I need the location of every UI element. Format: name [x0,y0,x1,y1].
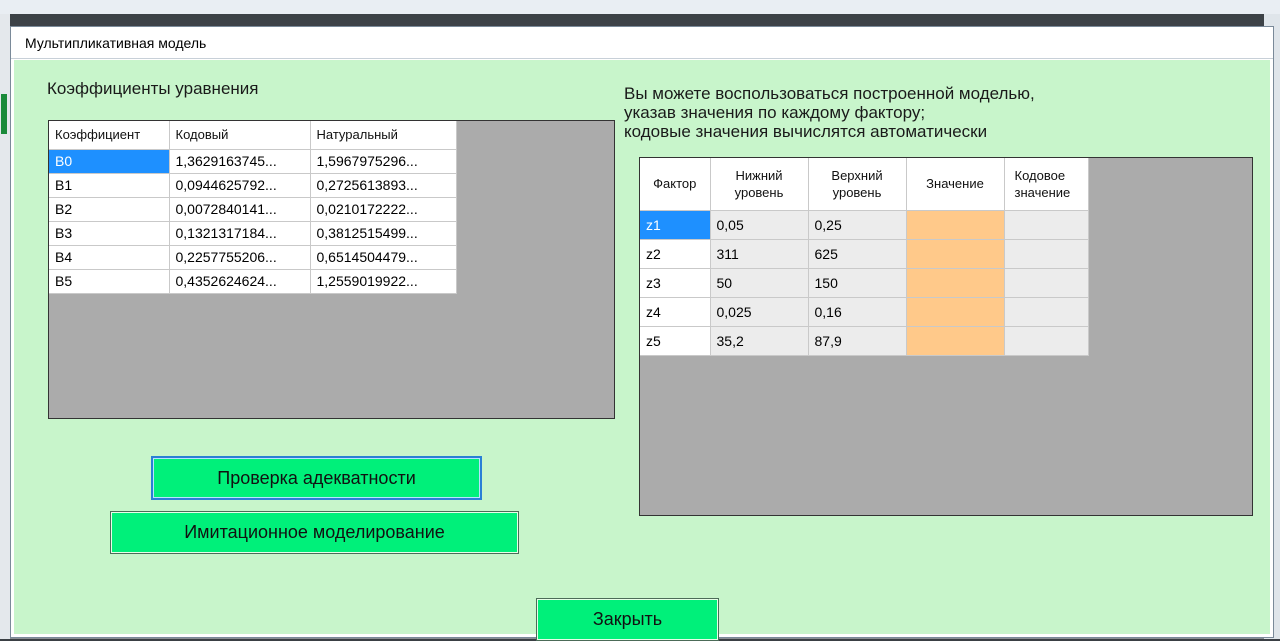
upper-level-cell[interactable]: 150 [808,268,907,298]
natural-value-cell[interactable]: 0,2725613893... [310,173,457,198]
model-usage-text-line: кодовые значения вычислятся автоматическ… [624,122,988,141]
coefficients-grid[interactable]: Коэффициент Кодовый Натуральный B0 1,362… [48,120,615,419]
table-row[interactable]: z4 0,025 0,16 [640,297,1089,327]
upper-level-cell[interactable]: 0,16 [808,297,907,327]
title-bar[interactable]: Мультипликативная модель [11,27,1273,59]
coefficients-header-row: Коэффициент Кодовый Натуральный [49,121,457,150]
column-header-coded-value[interactable]: Кодовое значение [1004,158,1089,211]
coded-value-cell[interactable]: 0,0944625792... [169,173,311,198]
coefficient-name-cell[interactable]: B1 [49,173,170,198]
coefficient-name-cell[interactable]: B0 [49,149,170,174]
table-row[interactable]: B4 0,2257755206... 0,6514504479... [49,245,457,270]
factor-name-cell[interactable]: z5 [640,326,711,356]
lower-level-cell[interactable]: 0,025 [710,297,809,327]
table-row[interactable]: z1 0,05 0,25 [640,210,1089,240]
value-input-cell[interactable] [906,326,1005,356]
desktop-background-left [0,14,10,639]
lower-level-cell[interactable]: 0,05 [710,210,809,240]
natural-value-cell[interactable]: 0,0210172222... [310,197,457,222]
column-header-text: Верхний [831,167,883,183]
dialog-window: Мультипликативная модель Коэффициенты ур… [10,26,1274,641]
column-header-natural[interactable]: Натуральный [310,121,457,150]
coefficients-heading: Коэффициенты уравнения [47,79,259,98]
factor-name-cell[interactable]: z2 [640,239,711,269]
column-header-text: Фактор [653,176,697,192]
model-usage-description: Вы можете воспользоваться построенной мо… [624,83,1035,143]
natural-value-cell[interactable]: 1,5967975296... [310,149,457,174]
table-row[interactable]: z2 311 625 [640,239,1089,269]
value-input-cell[interactable] [906,297,1005,327]
coded-value-cell[interactable] [1004,268,1089,298]
natural-value-cell[interactable]: 0,3812515499... [310,221,457,246]
table-row[interactable]: B5 0,4352624624... 1,2559019922... [49,269,457,294]
lower-level-cell[interactable]: 35,2 [710,326,809,356]
column-header-coded[interactable]: Кодовый [169,121,311,150]
coded-value-cell[interactable] [1004,239,1089,269]
factors-header-row: Фактор Нижний уровень Верхний уровень Зн… [640,158,1089,211]
window-title: Мультипликативная модель [25,35,207,51]
column-header-lower-level[interactable]: Нижний уровень [710,158,809,211]
column-header-value[interactable]: Значение [906,158,1005,211]
upper-level-cell[interactable]: 87,9 [808,326,907,356]
coefficient-name-cell[interactable]: B2 [49,197,170,222]
upper-level-cell[interactable]: 625 [808,239,907,269]
coded-value-cell[interactable]: 0,4352624624... [169,269,311,294]
factor-name-cell[interactable]: z3 [640,268,711,298]
table-row[interactable]: z3 50 150 [640,268,1089,298]
column-header-coefficient[interactable]: Коэффициент [49,121,170,150]
background-window-edge [1,94,7,134]
table-row[interactable]: B2 0,0072840141... 0,0210172222... [49,197,457,222]
table-row[interactable]: z5 35,2 87,9 [640,326,1089,356]
table-row[interactable]: B0 1,3629163745... 1,5967975296... [49,149,457,174]
column-header-text: значение [1014,184,1071,200]
dialog-client-area: Коэффициенты уравнения Коэффициент Кодов… [14,60,1270,641]
column-header-upper-level[interactable]: Верхний уровень [808,158,907,211]
natural-value-cell[interactable]: 1,2559019922... [310,269,457,294]
coded-value-cell[interactable] [1004,326,1089,356]
adequacy-check-button[interactable]: Проверка адекватности [151,456,482,500]
coefficient-name-cell[interactable]: B3 [49,221,170,246]
factor-name-cell[interactable]: z1 [640,210,711,240]
column-header-text: Значение [926,176,984,192]
coded-value-cell[interactable]: 0,1321317184... [169,221,311,246]
column-header-text: уровень [734,184,784,200]
value-input-cell[interactable] [906,210,1005,240]
upper-level-cell[interactable]: 0,25 [808,210,907,240]
lower-level-cell[interactable]: 311 [710,239,809,269]
natural-value-cell[interactable]: 0,6514504479... [310,245,457,270]
coefficients-table: Коэффициент Кодовый Натуральный B0 1,362… [49,121,457,294]
value-input-cell[interactable] [906,239,1005,269]
column-header-factor[interactable]: Фактор [640,158,711,211]
coded-value-cell[interactable]: 1,3629163745... [169,149,311,174]
lower-level-cell[interactable]: 50 [710,268,809,298]
value-input-cell[interactable] [906,268,1005,298]
column-header-text: Нижний [735,167,783,183]
factors-table: Фактор Нижний уровень Верхний уровень Зн… [640,158,1089,356]
factor-name-cell[interactable]: z4 [640,297,711,327]
coded-value-cell[interactable] [1004,210,1089,240]
column-header-text: Кодовое [1014,167,1066,183]
simulation-modeling-button[interactable]: Имитационное моделирование [110,511,519,554]
table-row[interactable]: B3 0,1321317184... 0,3812515499... [49,221,457,246]
factors-grid[interactable]: Фактор Нижний уровень Верхний уровень Зн… [639,157,1253,516]
coefficient-name-cell[interactable]: B4 [49,245,170,270]
coefficient-name-cell[interactable]: B5 [49,269,170,294]
close-button[interactable]: Закрыть [536,598,719,641]
desktop-background-top [0,0,1280,14]
coded-value-cell[interactable]: 0,2257755206... [169,245,311,270]
column-header-text: уровень [832,184,882,200]
coded-value-cell[interactable] [1004,297,1089,327]
coded-value-cell[interactable]: 0,0072840141... [169,197,311,222]
table-row[interactable]: B1 0,0944625792... 0,2725613893... [49,173,457,198]
